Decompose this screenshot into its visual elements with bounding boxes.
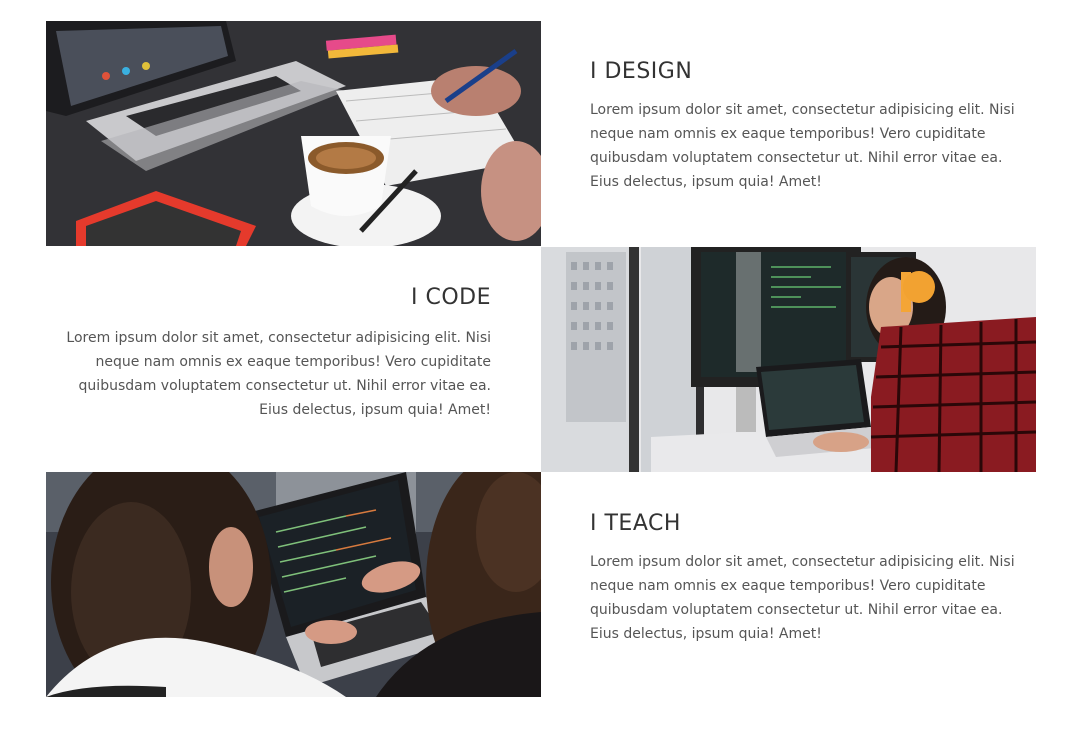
- section-description: Lorem ipsum dolor sit amet, consectetur …: [66, 330, 491, 418]
- section-title: I DESIGN: [590, 59, 693, 84]
- design-text-block: I DESIGN Lorem ipsum dolor sit amet, con…: [590, 21, 1020, 194]
- code-section: I CODE Lorem ipsum dolor sit amet, conse…: [46, 247, 1036, 472]
- teach-section: I TEACH Lorem ipsum dolor sit amet, cons…: [46, 472, 1036, 697]
- design-section: I DESIGN Lorem ipsum dolor sit amet, con…: [46, 21, 1036, 246]
- laptop-coffee-notebook-photo: [46, 21, 541, 246]
- code-text-block: I CODE Lorem ipsum dolor sit amet, conse…: [46, 247, 491, 422]
- section-description: Lorem ipsum dolor sit amet, consectetur …: [590, 554, 1015, 642]
- section-title: I CODE: [411, 285, 491, 310]
- developer-monitors-headphones-photo: [541, 247, 1036, 472]
- two-people-laptop-photo: [46, 472, 541, 697]
- section-title: I TEACH: [590, 511, 681, 536]
- teach-text-block: I TEACH Lorem ipsum dolor sit amet, cons…: [590, 472, 1020, 646]
- section-description: Lorem ipsum dolor sit amet, consectetur …: [590, 102, 1015, 190]
